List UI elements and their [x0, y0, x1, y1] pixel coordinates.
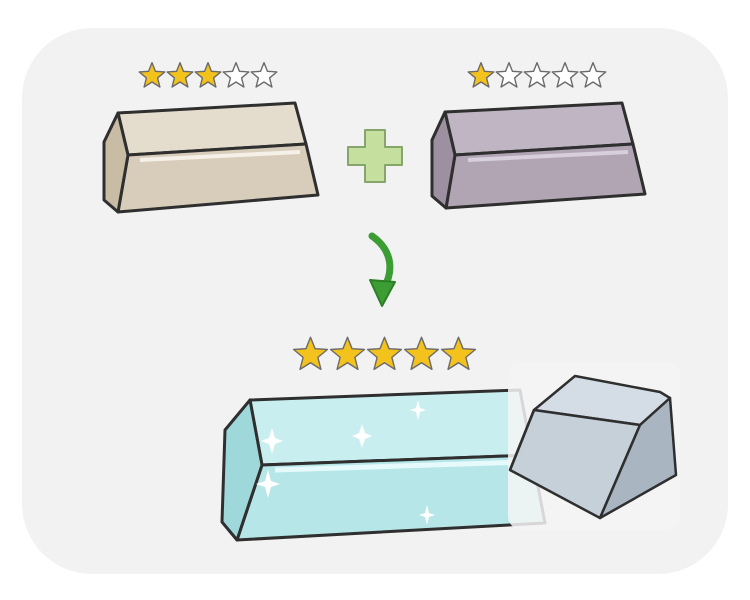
- cyan-ingot: [220, 388, 547, 542]
- curved-arrow-down-icon: [368, 232, 396, 307]
- beige-ingot: [102, 101, 320, 214]
- illustration: [102, 101, 680, 542]
- plus-icon: [347, 129, 403, 183]
- purple-ingot: [430, 101, 647, 210]
